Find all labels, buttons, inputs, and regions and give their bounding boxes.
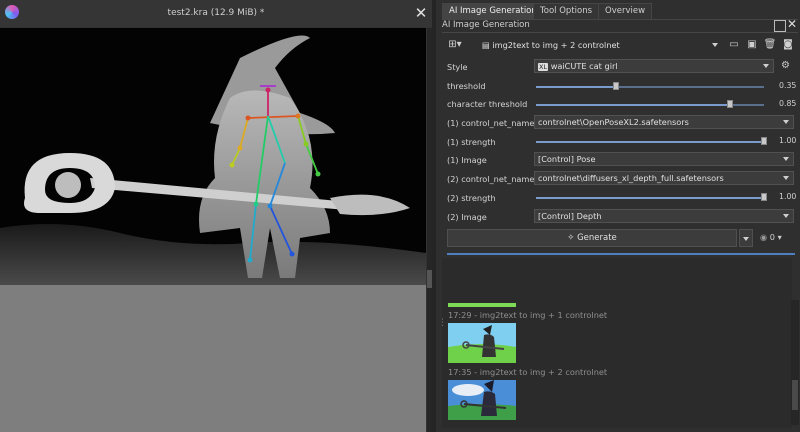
chevron-down-icon: [783, 120, 789, 124]
close-document-icon[interactable]: ✕: [413, 5, 429, 21]
workspace-switch-icon[interactable]: ⊞▾: [448, 38, 462, 52]
queue-count: 0: [769, 232, 775, 242]
history-label: 17:29 - img2text to img + 1 controlnet: [448, 310, 608, 320]
canvas-empty-area: [0, 285, 426, 432]
cn2-strength-slider-fill: [536, 197, 764, 199]
chevron-down-icon: [712, 43, 718, 47]
chevron-down-icon: [783, 157, 789, 161]
character-threshold-label: character threshold: [447, 99, 528, 109]
cn2-strength-slider-handle[interactable]: [761, 193, 767, 201]
cn1-strength-slider-fill: [536, 141, 764, 143]
cn2-image-select[interactable]: [Control] Depth: [534, 209, 794, 223]
cn2-image-label: (2) Image: [447, 212, 487, 222]
character-threshold-value: 0.85: [779, 99, 797, 108]
cn1-model-select[interactable]: controlnet\OpenPoseXL2.safetensors: [534, 115, 794, 129]
cn2-image-value: [Control] Depth: [538, 211, 602, 221]
delete-icon[interactable]: 🗑: [763, 38, 777, 52]
character-threshold-slider-fill: [536, 104, 730, 106]
open-folder-icon[interactable]: ▭: [727, 38, 741, 52]
tab-overview[interactable]: Overview: [598, 3, 653, 19]
cn1-strength-value: 1.00: [779, 136, 797, 145]
save-icon[interactable]: ▣: [745, 38, 759, 52]
canvas-image[interactable]: [0, 28, 426, 285]
chevron-down-icon: [783, 214, 789, 218]
history-thumbnail[interactable]: [448, 380, 516, 420]
history-thumb-partial[interactable]: [448, 303, 516, 307]
character-threshold-slider-handle[interactable]: [726, 100, 733, 108]
xl-badge: XL: [538, 63, 549, 71]
cn1-name-label: (1) control_net_name: [447, 118, 535, 128]
cn1-image-value: [Control] Pose: [538, 154, 596, 164]
depth-map-illustration: [0, 28, 426, 285]
history-thumbnail[interactable]: [448, 323, 516, 363]
chevron-down-icon: [763, 64, 769, 68]
threshold-slider-handle[interactable]: [612, 82, 619, 90]
float-docker-icon[interactable]: [774, 20, 786, 32]
workflow-doc-icon: ▤: [482, 40, 493, 50]
chevron-down-icon: [783, 176, 789, 180]
chevron-down-icon: [743, 237, 749, 241]
cn1-model-value: controlnet\OpenPoseXL2.safetensors: [538, 117, 689, 127]
workflow-select[interactable]: ▤ img2text to img + 2 controlnet: [478, 38, 721, 53]
generate-options-button[interactable]: [739, 229, 753, 247]
style-label: Style: [447, 62, 468, 72]
generate-button[interactable]: ✧ Generate: [447, 229, 737, 247]
save-as-icon[interactable]: ◙: [781, 38, 795, 52]
progress-bar: [447, 253, 795, 255]
thumbnail-image: [448, 323, 516, 363]
threshold-value: 0.35: [779, 81, 797, 90]
style-value: waiCUTE cat girl: [550, 61, 618, 71]
generate-label: Generate: [577, 233, 617, 243]
document-title: test2.kra (12.9 MiB) *: [167, 8, 265, 18]
tab-tool-options[interactable]: Tool Options: [533, 3, 600, 19]
cn2-model-value: controlnet\diffusers_xl_depth_full.safet…: [538, 173, 724, 183]
style-settings-icon[interactable]: ⚙: [781, 60, 790, 71]
close-docker-icon[interactable]: ✕: [787, 17, 797, 31]
threshold-label: threshold: [447, 81, 486, 91]
threshold-slider-fill: [536, 86, 616, 88]
queue-icon: ◉: [760, 232, 770, 242]
thumbnail-image: [448, 380, 516, 420]
queue-button[interactable]: ◉ 0 ▾: [760, 232, 782, 242]
cn1-image-select[interactable]: [Control] Pose: [534, 152, 794, 166]
history-scrollbar-thumb[interactable]: [792, 380, 798, 410]
cn2-name-label: (2) control_net_name: [447, 174, 535, 184]
cn2-model-select[interactable]: controlnet\diffusers_xl_depth_full.safet…: [534, 171, 794, 185]
workflow-value: img2text to img + 2 controlnet: [492, 40, 620, 50]
magic-wand-icon: ✧: [567, 233, 578, 243]
tab-ai-image-generation[interactable]: AI Image Generation: [442, 3, 544, 19]
history-label: 17:35 - img2text to img + 2 controlnet: [448, 367, 608, 377]
separator: [442, 32, 798, 33]
cn1-image-label: (1) Image: [447, 155, 487, 165]
cn2-strength-value: 1.00: [779, 192, 797, 201]
cn1-strength-slider-handle[interactable]: [761, 137, 767, 145]
resize-handle-icon[interactable]: ⋮: [438, 318, 447, 328]
cn1-strength-label: (1) strength: [447, 137, 496, 147]
style-select[interactable]: XL waiCUTE cat girl: [534, 59, 774, 73]
cn2-strength-label: (2) strength: [447, 193, 496, 203]
docker-title: AI Image Generation: [442, 20, 530, 30]
